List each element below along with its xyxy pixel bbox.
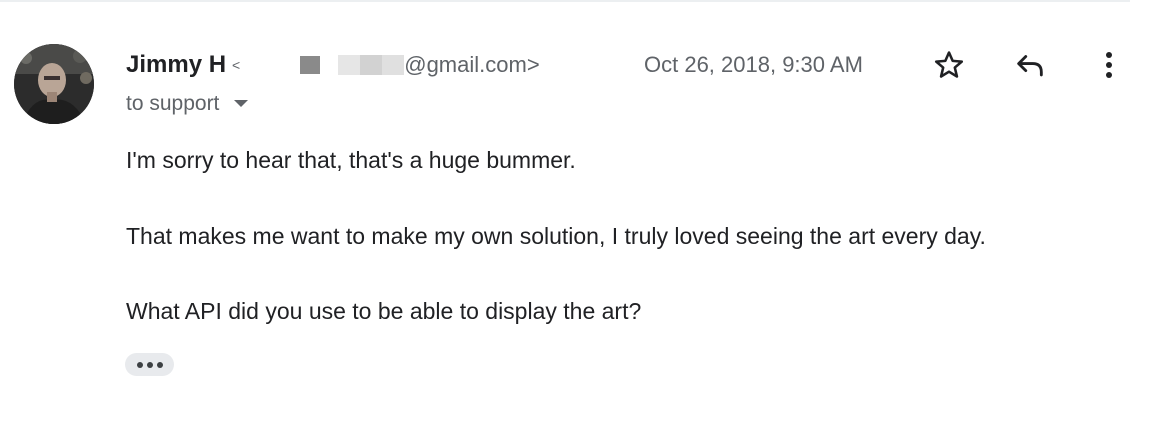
recipient-details-toggle[interactable]: to support	[126, 90, 249, 118]
caret-down-icon	[233, 99, 249, 109]
recipient-label: to support	[126, 92, 220, 115]
sender-avatar[interactable]	[14, 44, 94, 124]
star-outline-icon	[934, 51, 964, 78]
message-body-paragraph: What API did you use to be able to displ…	[126, 298, 642, 324]
message-body-paragraph: I'm sorry to hear that, that's a huge bu…	[126, 147, 576, 173]
message-timestamp: Oct 26, 2018, 9:30 AM	[644, 52, 863, 77]
more-vertical-icon	[1106, 52, 1112, 78]
sender-email-open-bracket: <	[232, 57, 241, 73]
sender-line: Jimmy H < @gmail.com>	[126, 49, 540, 81]
top-divider	[0, 0, 1130, 2]
more-options-button[interactable]	[1089, 46, 1129, 84]
reply-button[interactable]	[1010, 46, 1050, 84]
reply-arrow-icon	[1017, 55, 1043, 77]
show-trimmed-content-button[interactable]	[125, 353, 174, 376]
ellipsis-icon	[136, 361, 163, 368]
sender-email: @gmail.com>	[404, 52, 540, 77]
redacted-email-block-light	[338, 55, 405, 75]
user-photo-avatar-icon	[14, 44, 94, 124]
redacted-email-block	[300, 56, 321, 74]
email-message-view: Jimmy H < @gmail.com> Oct 26, 2018, 9:30…	[0, 0, 1158, 432]
message-body-paragraph: That makes me want to make my own soluti…	[126, 223, 986, 249]
sender-name[interactable]: Jimmy H	[126, 51, 226, 79]
star-button[interactable]	[929, 46, 969, 84]
